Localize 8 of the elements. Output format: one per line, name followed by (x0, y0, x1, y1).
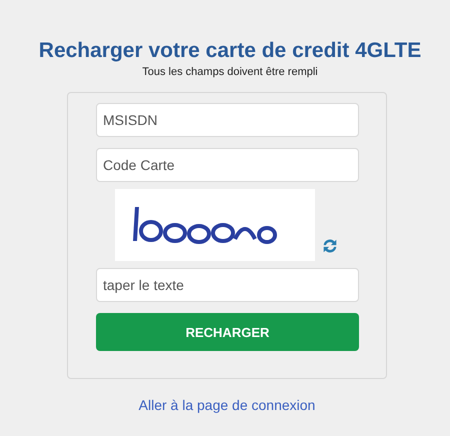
input-field[interactable]: Code Carte (96, 148, 359, 182)
instruction-text: Tous les champs doivent être rempli (142, 66, 318, 78)
input-field[interactable]: MSISDN (96, 103, 359, 137)
recharge-button[interactable]: RECHARGER (96, 313, 359, 351)
login-link[interactable]: Aller à la page de connexion (138, 397, 316, 413)
input-field[interactable]: taper le texte (96, 268, 359, 302)
refresh-icon[interactable] (321, 237, 339, 255)
page-title: Recharger votre carte de credit 4GLTE (38, 38, 422, 64)
